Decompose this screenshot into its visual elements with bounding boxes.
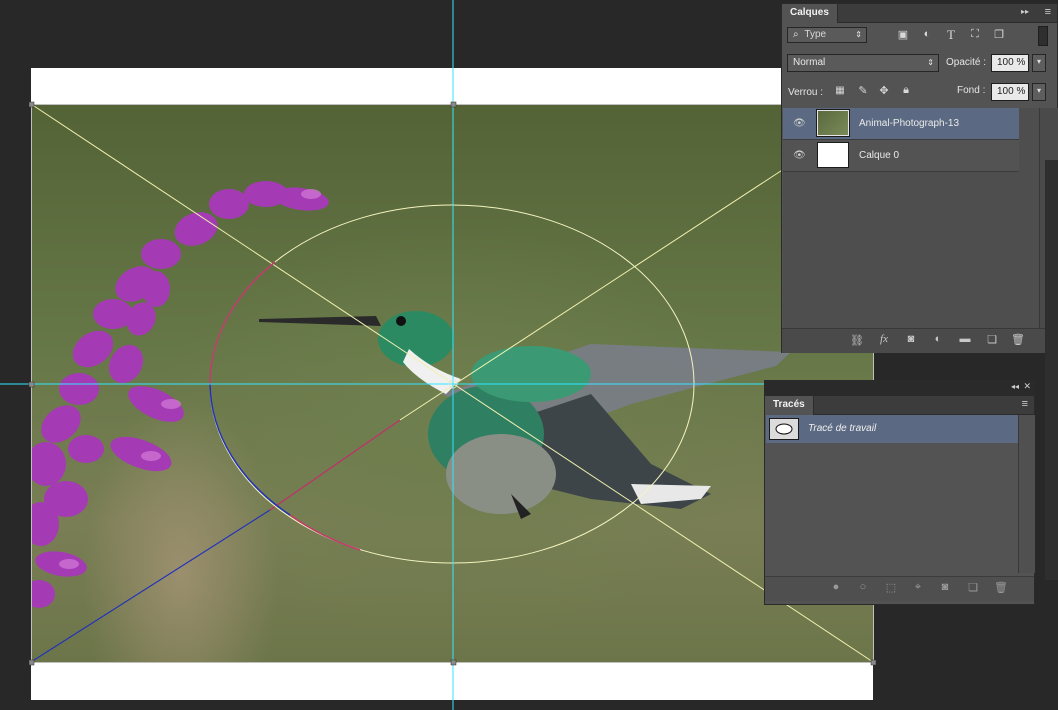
right-dock-strip: [1045, 160, 1058, 580]
stroke-path-icon[interactable]: ○: [855, 581, 871, 593]
panel-collapse-icon[interactable]: ▸▸: [1021, 7, 1029, 16]
close-icon[interactable]: ✕: [1023, 381, 1031, 392]
layer-name: Calque 0: [859, 150, 900, 161]
lock-pixels-icon[interactable]: ▦: [833, 85, 847, 96]
photo-illustration: [31, 181, 791, 608]
layer-thumbnail-photo: [816, 109, 850, 137]
hummingbird-photo[interactable]: [31, 104, 873, 662]
paths-panel: Tracés ≡ Tracé de travail ● ○ ⬚ ⌖ ◙ ❏ 🗑︎: [764, 395, 1035, 605]
image-filter-icon[interactable]: ▣: [896, 28, 910, 41]
path-to-selection-icon[interactable]: ⬚: [883, 581, 899, 594]
panel-menu-icon[interactable]: ≡: [1045, 6, 1051, 18]
path-name: Tracé de travail: [808, 423, 877, 434]
layer-row-animal-photograph[interactable]: 👁︎ Animal-Photograph-13: [783, 108, 1019, 140]
opacity-dropdown-button[interactable]: ▾: [1032, 54, 1046, 72]
fill-dropdown-button[interactable]: ▾: [1032, 83, 1046, 101]
trash-icon[interactable]: 🗑︎: [1010, 333, 1026, 346]
trash-icon[interactable]: 🗑︎: [993, 581, 1009, 594]
visibility-eye-icon[interactable]: 👁︎: [793, 150, 806, 161]
lock-all-icon[interactable]: 🔒︎: [899, 84, 913, 97]
lock-paint-icon[interactable]: ✎: [856, 84, 870, 97]
path-row-trace-de-travail[interactable]: Tracé de travail: [766, 415, 1018, 443]
layer-filter-select[interactable]: ⌕ Type ⇕: [787, 27, 867, 43]
tab-traces[interactable]: Tracés: [765, 396, 814, 415]
fx-icon[interactable]: fx: [876, 333, 892, 345]
fill-label: Fond :: [957, 85, 986, 96]
paths-footer: ● ○ ⬚ ⌖ ◙ ❏ 🗑︎: [765, 576, 1034, 601]
opacity-label: Opacité :: [946, 57, 987, 68]
selection-to-path-icon[interactable]: ⌖: [910, 581, 926, 594]
layers-panel-tabbar: Calques ▸▸ ≡: [782, 4, 1057, 23]
layers-panel: Calques ▸▸ ≡ ⌕ Type ⇕ ▣ ◐ T ⛶ ❐ Normal ⇕…: [781, 3, 1058, 353]
fill-path-icon[interactable]: ●: [828, 581, 844, 593]
new-layer-icon[interactable]: ❏: [984, 333, 1000, 346]
paths-scrollbar[interactable]: [1018, 415, 1035, 573]
filter-toggle-switch[interactable]: [1038, 26, 1048, 46]
salvia-flower: [31, 181, 329, 608]
group-folder-icon[interactable]: ▬: [957, 333, 973, 345]
blend-mode-value: Normal: [793, 57, 826, 68]
mask-icon[interactable]: ◙: [903, 333, 919, 345]
panel-menu-icon[interactable]: ≡: [1022, 398, 1028, 410]
ellipse-thumbnail-icon: [775, 423, 793, 435]
new-path-icon[interactable]: ❏: [965, 581, 981, 594]
paths-list: Tracé de travail: [766, 415, 1018, 573]
opacity-input[interactable]: 100 %: [991, 54, 1029, 72]
visibility-eye-icon[interactable]: 👁︎: [793, 118, 806, 129]
search-icon: ⌕: [793, 29, 799, 40]
smart-object-filter-icon[interactable]: ❐: [992, 28, 1006, 41]
add-mask-icon[interactable]: ◙: [937, 581, 953, 593]
layers-list: 👁︎ Animal-Photograph-13 👁︎ Calque 0: [783, 108, 1039, 328]
link-icon[interactable]: ⛓: [849, 334, 865, 347]
layer-name: Animal-Photograph-13: [859, 118, 960, 129]
layers-footer: ⛓ fx ◙ ◐ ▬ ❏ 🗑︎: [782, 328, 1057, 353]
path-thumbnail: [769, 418, 799, 440]
adjustment-filter-icon[interactable]: ◐: [920, 28, 934, 40]
layer-filter-value: Type: [804, 29, 827, 40]
hummingbird: [259, 311, 791, 519]
chevron-updown-icon: ⇕: [927, 58, 934, 67]
layer-thumbnail-white: [817, 142, 849, 168]
chevron-updown-icon: ⇕: [855, 30, 862, 39]
panel-collapse-icon[interactable]: ◂◂: [1011, 382, 1019, 391]
adjustment-layer-icon[interactable]: ◐: [930, 333, 946, 345]
paths-panel-tabbar: Tracés ≡: [765, 396, 1034, 415]
fill-input[interactable]: 100 %: [991, 83, 1029, 101]
tab-calques[interactable]: Calques: [782, 4, 838, 23]
paths-panel-header-strip: ◂◂ ✕: [764, 380, 1035, 395]
lock-label: Verrou :: [788, 87, 824, 98]
blend-mode-select[interactable]: Normal ⇕: [787, 54, 939, 72]
layer-row-calque-0[interactable]: 👁︎ Calque 0: [783, 140, 1019, 172]
shape-filter-icon[interactable]: ⛶: [968, 28, 982, 41]
text-filter-icon[interactable]: T: [944, 27, 958, 43]
lock-position-icon[interactable]: ✥: [877, 84, 891, 97]
